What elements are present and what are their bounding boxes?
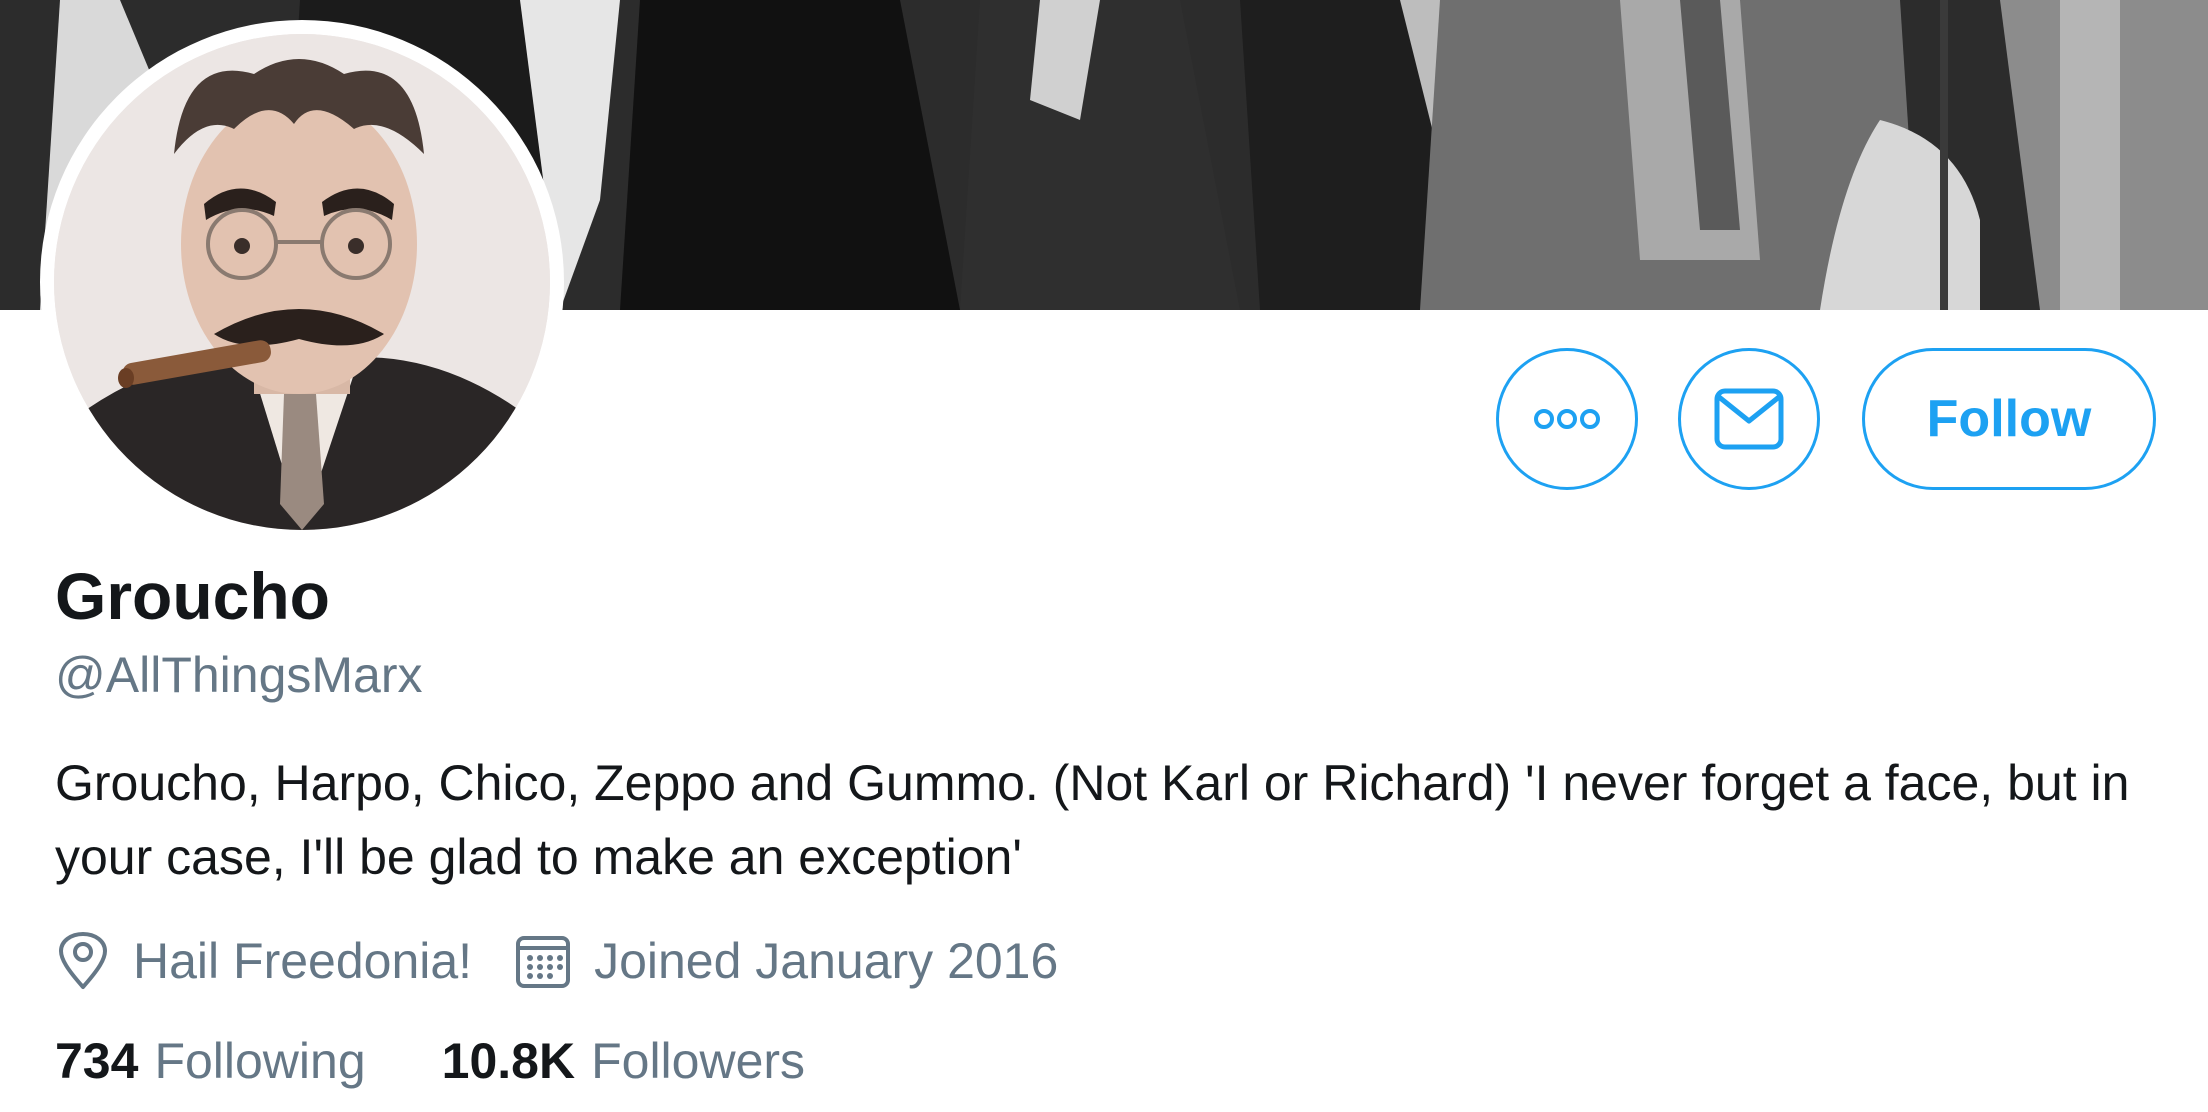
message-button[interactable] (1678, 348, 1820, 490)
avatar-photo (54, 34, 550, 530)
joined-item: Joined January 2016 (514, 932, 1058, 990)
following-link[interactable]: 734 Following (55, 1032, 366, 1090)
mail-icon (1714, 388, 1784, 450)
profile-stats: 734 Following 10.8K Followers (55, 1026, 881, 1096)
following-label: Following (154, 1033, 366, 1089)
calendar-icon (516, 936, 571, 988)
followers-label: Followers (591, 1033, 806, 1089)
followers-link[interactable]: 10.8K Followers (442, 1032, 805, 1090)
location-item: Hail Freedonia! (55, 931, 472, 991)
following-count: 734 (55, 1033, 139, 1089)
location-text: Hail Freedonia! (133, 933, 473, 989)
location-pin-icon (59, 932, 107, 989)
profile-avatar[interactable] (40, 20, 564, 544)
user-handle: @AllThingsMarx (55, 647, 423, 703)
profile-meta: Hail Freedonia! Joined January 2016 (55, 926, 1100, 996)
more-options-button[interactable] (1496, 348, 1638, 490)
follow-button[interactable]: Follow (1862, 348, 2156, 490)
profile-bio: Groucho, Harpo, Chico, Zeppo and Gummo. … (55, 755, 2130, 885)
joined-date-text: Joined January 2016 (594, 933, 1059, 989)
more-icon (1534, 409, 1600, 429)
display-name: Groucho (55, 559, 330, 633)
followers-count: 10.8K (441, 1033, 576, 1089)
